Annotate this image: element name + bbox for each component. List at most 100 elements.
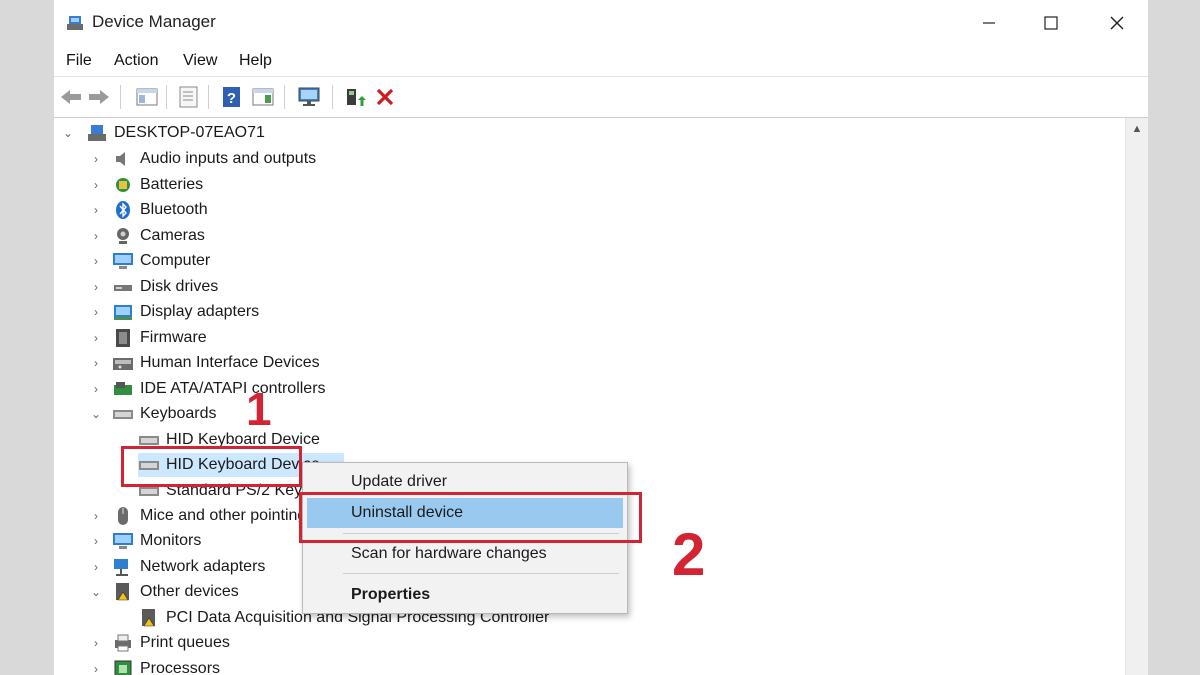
chevron-right-icon[interactable]: › [90, 275, 102, 299]
computer-root-icon [88, 125, 106, 141]
uninstall-x-icon [376, 88, 394, 106]
properties-button[interactable] [176, 84, 202, 110]
chevron-down-icon[interactable]: ⌄ [90, 580, 102, 604]
maximize-button[interactable] [1036, 10, 1066, 36]
window-title: Device Manager [92, 12, 216, 31]
chevron-right-icon[interactable]: › [90, 555, 102, 579]
tree-item-label: Network adapters [140, 558, 266, 575]
tree-item-processors[interactable]: Processors [112, 657, 220, 675]
tree-item-bluetooth[interactable]: Bluetooth [112, 198, 208, 222]
tree-item-computer[interactable]: Computer [112, 249, 210, 273]
minimize-button[interactable] [974, 10, 1004, 36]
chevron-right-icon[interactable]: › [90, 631, 102, 655]
menu-action[interactable]: Action [114, 52, 158, 70]
action-pane-button[interactable] [250, 84, 276, 110]
printer-icon [115, 634, 131, 652]
back-button[interactable] [58, 84, 84, 110]
svg-text:?: ? [227, 90, 236, 107]
chevron-right-icon[interactable]: › [90, 249, 102, 273]
menu-help[interactable]: Help [239, 52, 272, 70]
help-button[interactable]: ? [219, 84, 245, 110]
tree-item-ide-controllers[interactable]: IDE ATA/ATAPI controllers [112, 377, 326, 401]
ide-controller-icon [114, 382, 132, 395]
tree-item-monitors[interactable]: Monitors [112, 529, 201, 553]
monitor-icon [113, 533, 133, 549]
monitor-view-button[interactable] [296, 84, 322, 110]
tree-item-label: Human Interface Devices [140, 354, 320, 371]
hid-icon [113, 358, 133, 370]
close-button[interactable] [1102, 10, 1132, 36]
tree-item-label: Processors [140, 660, 221, 675]
tree-item-label: Other devices [140, 583, 239, 600]
menu-item-scan-hardware[interactable]: Scan for hardware changes [307, 539, 623, 569]
tree-item-label: Cameras [140, 227, 205, 244]
tree-item-label: Keyboards [140, 405, 217, 422]
chevron-right-icon[interactable]: › [90, 326, 102, 350]
chevron-right-icon[interactable]: › [90, 147, 102, 171]
highlight-box-step-1 [121, 446, 302, 487]
tree-item-display-adapters[interactable]: Display adapters [112, 300, 259, 324]
help-icon: ? [223, 87, 240, 107]
uninstall-button[interactable] [372, 84, 398, 110]
warning-device-icon [142, 609, 155, 627]
chevron-right-icon[interactable]: › [90, 351, 102, 375]
chevron-right-icon[interactable]: › [90, 198, 102, 222]
menu-bar: File Action View Help [54, 46, 1148, 76]
chevron-right-icon[interactable]: › [90, 377, 102, 401]
tree-item-batteries[interactable]: Batteries [112, 173, 203, 197]
step-1-label: 1 [246, 383, 272, 435]
computer-icon [113, 253, 133, 269]
highlight-box-step-2 [299, 492, 642, 543]
chevron-right-icon[interactable]: › [90, 657, 102, 675]
show-hide-console-tree-button[interactable] [134, 84, 160, 110]
network-adapter-icon [114, 559, 128, 576]
update-driver-button[interactable] [342, 84, 368, 110]
chevron-right-icon[interactable]: › [90, 529, 102, 553]
tree-item-cameras[interactable]: Cameras [112, 224, 205, 248]
root-label: DESKTOP-07EAO71 [114, 124, 265, 141]
action-pane-icon [252, 88, 274, 106]
tree-item-audio[interactable]: Audio inputs and outputs [112, 147, 316, 171]
bluetooth-icon [116, 201, 130, 219]
chevron-down-icon[interactable]: ⌄ [62, 121, 74, 145]
update-driver-icon [347, 89, 366, 106]
toolbar: ? [54, 76, 1148, 118]
menu-separator [343, 573, 619, 574]
chevron-down-icon[interactable]: ⌄ [90, 402, 102, 426]
tree-item-label: Disk drives [140, 278, 219, 295]
processor-icon [114, 660, 132, 675]
tree-item-hid[interactable]: Human Interface Devices [112, 351, 320, 375]
forward-arrow-icon [89, 90, 109, 104]
menu-item-properties[interactable]: Properties [307, 580, 623, 610]
unknown-device-icon [116, 583, 129, 601]
tree-item-label: Computer [140, 252, 211, 269]
chevron-right-icon[interactable]: › [90, 504, 102, 528]
chevron-right-icon[interactable]: › [90, 300, 102, 324]
tree-item-disk-drives[interactable]: Disk drives [112, 275, 218, 299]
tree-item-other-devices[interactable]: Other devices [112, 580, 239, 604]
chevron-right-icon[interactable]: › [90, 173, 102, 197]
back-arrow-icon [61, 90, 81, 104]
tree-item-label: Firmware [140, 329, 207, 346]
scroll-up-arrow-icon[interactable]: ▲ [1126, 118, 1148, 140]
webcam-icon [117, 228, 129, 244]
tree-item-keyboards[interactable]: Keyboards [112, 402, 217, 426]
device-manager-icon [67, 16, 83, 30]
firmware-chip-icon [116, 329, 130, 347]
minimize-icon [983, 22, 995, 24]
tree-item-label: Print queues [140, 634, 230, 651]
tree-item-label: Audio inputs and outputs [140, 150, 317, 167]
vertical-scrollbar[interactable]: ▲ [1125, 118, 1148, 675]
tree-root[interactable]: DESKTOP-07EAO71 [86, 121, 265, 145]
menu-view[interactable]: View [183, 52, 217, 70]
display-adapter-icon [114, 305, 132, 320]
chevron-right-icon[interactable]: › [90, 224, 102, 248]
tree-item-print-queues[interactable]: Print queues [112, 631, 230, 655]
menu-file[interactable]: File [66, 52, 92, 70]
forward-button[interactable] [86, 84, 112, 110]
mouse-icon [118, 507, 128, 525]
close-icon [1110, 16, 1124, 30]
tree-item-firmware[interactable]: Firmware [112, 326, 207, 350]
tree-item-network-adapters[interactable]: Network adapters [112, 555, 265, 579]
console-tree-icon [136, 88, 158, 106]
